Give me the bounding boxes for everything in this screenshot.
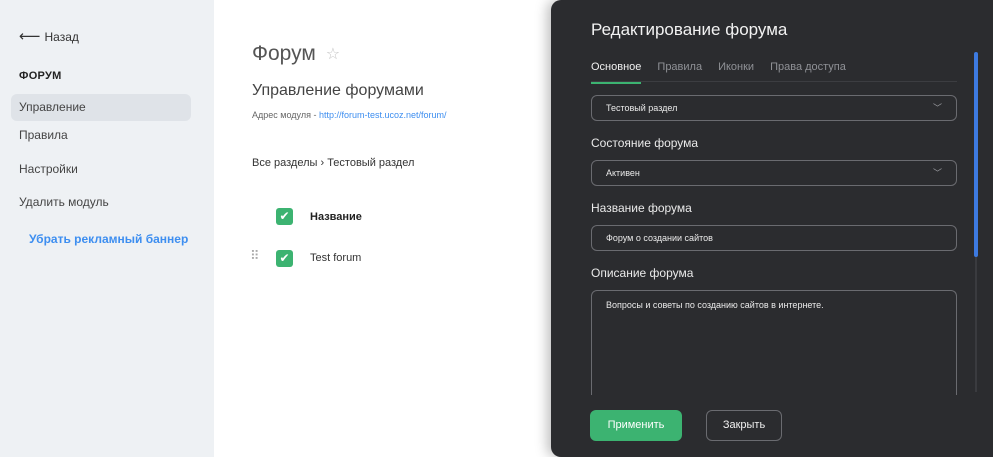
forum-name-input[interactable]: Форум о создании сайтов <box>591 225 957 251</box>
panel-scrollbar[interactable] <box>974 52 978 257</box>
star-icon[interactable]: ☆ <box>326 44 340 64</box>
chevron-down-icon: ﹀ <box>932 103 942 113</box>
edit-forum-panel: Редактирование форума Основное Правила И… <box>551 0 993 457</box>
sidebar: ⟵ Назад ФОРУМ Управление Правила Настрой… <box>0 0 214 457</box>
sidebar-item-rules[interactable]: Правила <box>11 122 191 149</box>
module-address-link[interactable]: http://forum-test.ucoz.net/forum/ <box>319 110 447 120</box>
sidebar-section-title: ФОРУМ <box>19 70 62 82</box>
module-address-label: Адрес модуля - <box>252 110 319 120</box>
close-button[interactable]: Закрыть <box>706 410 782 441</box>
table-row-name[interactable]: Test forum <box>310 252 361 264</box>
back-link[interactable]: ⟵ Назад <box>19 29 79 44</box>
drag-handle-icon[interactable]: ⠿ <box>250 249 259 262</box>
sidebar-item-delete-module[interactable]: Удалить модуль <box>11 189 191 216</box>
name-label: Название форума <box>591 201 692 215</box>
column-header-name[interactable]: Название <box>310 211 362 223</box>
state-select[interactable]: Активен ﹀ <box>591 160 957 186</box>
back-label: Назад <box>44 29 79 44</box>
apply-button[interactable]: Применить <box>590 410 682 441</box>
description-label: Описание форума <box>591 266 694 280</box>
page-subtitle: Управление форумами <box>252 82 424 99</box>
checkmark-icon: ✔ <box>279 251 290 265</box>
sidebar-item-manage[interactable]: Управление <box>11 94 191 121</box>
panel-scroll-track <box>975 257 977 392</box>
section-select[interactable]: Тестовый раздел ﹀ <box>591 95 957 121</box>
breadcrumb[interactable]: Все разделы › Тестовый раздел <box>252 157 414 169</box>
state-label: Состояние форума <box>591 136 699 150</box>
sidebar-item-settings[interactable]: Настройки <box>11 156 191 183</box>
row-checkbox[interactable]: ✔ <box>276 250 293 267</box>
select-all-checkbox[interactable]: ✔ <box>276 208 293 225</box>
arrow-left-icon: ⟵ <box>19 28 41 45</box>
chevron-down-icon: ﹀ <box>932 168 942 178</box>
state-select-value: Активен <box>606 168 640 178</box>
page-title-text: Форум <box>252 42 316 65</box>
remove-ad-banner-link[interactable]: Убрать рекламный баннер <box>29 232 188 246</box>
checkmark-icon: ✔ <box>279 209 290 223</box>
forum-description-textarea[interactable]: Вопросы и советы по созданию сайтов в ин… <box>591 290 957 395</box>
section-select-value: Тестовый раздел <box>606 103 678 113</box>
tabs-divider <box>591 81 957 82</box>
page-title: Форум ☆ <box>252 42 340 66</box>
module-address: Адрес модуля - http://forum-test.ucoz.ne… <box>252 110 447 120</box>
panel-title: Редактирование форума <box>591 20 788 39</box>
